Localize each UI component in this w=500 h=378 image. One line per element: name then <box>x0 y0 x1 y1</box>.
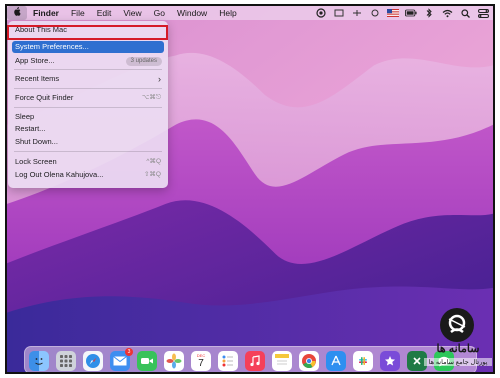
menubar-view[interactable]: View <box>117 6 147 20</box>
menu-bar: Finder File Edit View Go Window Help <box>7 6 493 20</box>
updates-badge: 3 updates <box>125 56 162 66</box>
menu-item-about-this-mac[interactable]: About This Mac <box>12 24 164 36</box>
menu-extra-icon-3[interactable] <box>369 8 381 18</box>
facetime-icon[interactable] <box>137 351 157 371</box>
menu-separator <box>14 88 162 89</box>
notes-icon[interactable] <box>272 351 292 371</box>
search-icon[interactable] <box>459 8 471 18</box>
menubar-file[interactable]: File <box>65 6 91 20</box>
safari-icon[interactable] <box>83 351 103 371</box>
dock: 3 DEC 7 <box>24 346 477 374</box>
bluetooth-icon[interactable] <box>423 8 435 18</box>
menu-item-app-store[interactable]: App Store... 3 updates <box>12 55 164 67</box>
menubar-edit[interactable]: Edit <box>91 6 118 20</box>
control-center-icon[interactable] <box>477 8 489 18</box>
music-icon[interactable] <box>245 351 265 371</box>
menu-item-recent-items[interactable]: Recent Items › <box>12 73 164 85</box>
status-icons <box>315 6 489 20</box>
imovie-icon[interactable] <box>380 351 400 371</box>
menubar-finder[interactable]: Finder <box>27 6 65 20</box>
shortcut-force-quit: ⌥⌘⎋ <box>141 94 161 101</box>
menu-extra-icon-2[interactable] <box>351 8 363 18</box>
battery-icon[interactable] <box>405 8 417 18</box>
shortcut-lock-screen: ^⌘Q <box>146 158 161 165</box>
menu-item-restart[interactable]: Restart... <box>12 123 164 135</box>
app-store-icon[interactable] <box>326 351 346 371</box>
menu-item-log-out[interactable]: Log Out Olena Kahujova... ⇧⌘Q <box>12 169 164 181</box>
reminders-icon[interactable] <box>218 351 238 371</box>
menu-item-lock-screen[interactable]: Lock Screen ^⌘Q <box>12 156 164 168</box>
apple-menu-dropdown: About This Mac System Preferences... App… <box>8 21 168 188</box>
launchpad-icon[interactable] <box>56 351 76 371</box>
creative-cloud-icon[interactable] <box>315 8 327 18</box>
menu-separator <box>14 107 162 108</box>
menu-separator <box>14 38 162 39</box>
slack-icon[interactable] <box>353 351 373 371</box>
menu-separator <box>14 69 162 70</box>
watermark-subtitle: پورتال جامع سامانه ها <box>424 358 492 366</box>
chrome-icon[interactable] <box>299 351 319 371</box>
samaneha-watermark-logo: سامانه ها پورتال جامع سامانه ها <box>424 306 492 372</box>
menu-item-system-preferences[interactable]: System Preferences... <box>12 41 164 53</box>
menubar-go[interactable]: Go <box>148 6 171 20</box>
menu-item-force-quit[interactable]: Force Quit Finder ⌥⌘⎋ <box>12 92 164 104</box>
watermark-title: سامانه ها <box>436 343 480 355</box>
finder-icon[interactable] <box>29 351 49 371</box>
desktop-screen: Finder File Edit View Go Window Help Abo… <box>5 4 495 374</box>
chevron-right-icon: › <box>158 74 161 84</box>
menu-extra-icon-1[interactable] <box>333 8 345 18</box>
us-flag-icon[interactable] <box>387 8 399 18</box>
menu-item-sleep[interactable]: Sleep <box>12 111 164 123</box>
mail-badge: 3 <box>125 348 133 356</box>
mail-icon[interactable]: 3 <box>110 348 133 371</box>
running-indicator <box>38 372 40 374</box>
menubar-window[interactable]: Window <box>171 6 213 20</box>
apple-icon <box>14 7 21 16</box>
menu-item-shut-down[interactable]: Shut Down... <box>12 136 164 148</box>
apple-menu-button[interactable] <box>7 6 27 20</box>
menu-separator <box>14 151 162 152</box>
shortcut-log-out: ⇧⌘Q <box>143 171 161 178</box>
photos-icon[interactable] <box>164 351 184 371</box>
menubar-help[interactable]: Help <box>213 6 242 20</box>
calendar-icon[interactable]: DEC 7 <box>191 351 211 371</box>
wifi-icon[interactable] <box>441 8 453 18</box>
